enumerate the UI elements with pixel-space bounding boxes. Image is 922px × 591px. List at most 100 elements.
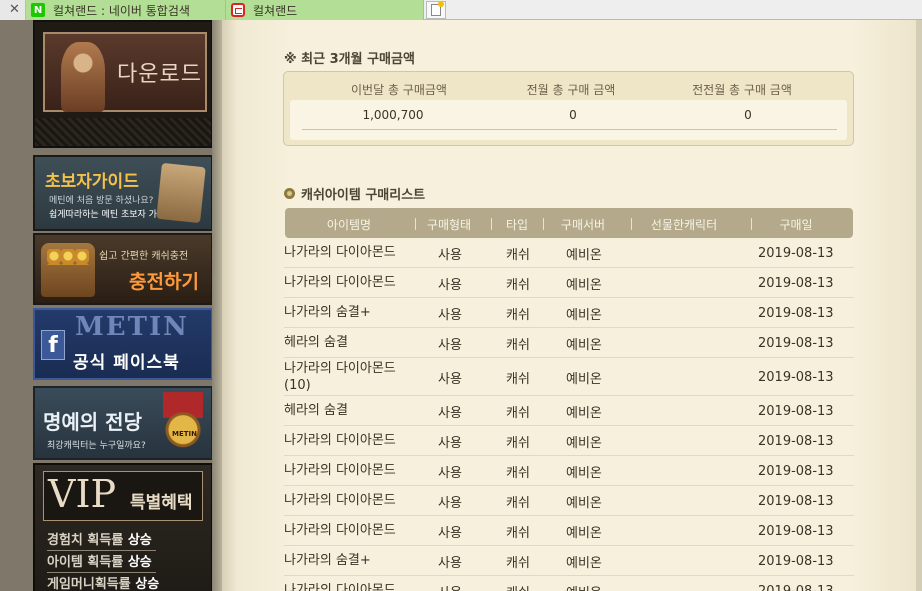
server-cell: 예비온: [566, 372, 602, 387]
item-name-cell: 나가라의 다이아몬드: [284, 463, 396, 478]
col-gift-character: 선물한캐릭터: [650, 218, 718, 232]
vip-perk: 경험치 획득률 상승: [47, 529, 156, 551]
cash-charge-banner[interactable]: 쉽고 간편한 캐쉬충전 충전하기: [33, 233, 213, 305]
vip-label: VIP: [48, 472, 117, 516]
purchase-date-cell: 2019-08-13: [758, 276, 834, 291]
type-cell: 캐쉬: [506, 278, 530, 293]
col-purchase-type: 구매형태: [426, 218, 472, 232]
purchase-type-cell: 사용: [438, 372, 462, 387]
sidebar: 다운로드 초보자가이드 메틴에 처음 방문 하셨나요? 쉽게따라하는 메틴 초보…: [0, 20, 222, 591]
summary-value-two-months-ago: 0: [744, 108, 752, 122]
scrollbar[interactable]: [916, 20, 922, 591]
vip-header: VIP 특별혜택: [43, 471, 203, 521]
server-cell: 예비온: [566, 278, 602, 293]
download-label: 다운로드: [117, 62, 202, 87]
purchase-date-cell: 2019-08-13: [758, 246, 834, 261]
purchase-type-cell: 사용: [438, 406, 462, 421]
item-name-cell: 나가라의 다이아몬드: [284, 275, 396, 290]
purchase-date-cell: 2019-08-13: [758, 370, 834, 385]
summary-divider: [302, 129, 837, 130]
table-row: 나가라의 다이아몬드 사용 캐쉬 예비온 2019-08-13: [284, 268, 854, 298]
item-name-cell: 나가라의 숨결+: [284, 553, 371, 568]
guide-subtitle-2: 쉽게따라하는 메틴 초보자 가이드: [49, 210, 174, 220]
purchase-type-cell: 사용: [438, 436, 462, 451]
column-divider: [415, 218, 416, 230]
tab-label: 컬쳐랜드 : 네이버 통합검색: [53, 3, 190, 18]
type-cell: 캐쉬: [506, 406, 530, 421]
metin-logo: METIN: [75, 312, 189, 342]
column-divider: [543, 218, 544, 230]
medal-label: METIN: [172, 430, 197, 438]
hall-subtitle: 최강캐릭터는 누구일까요?: [47, 441, 146, 451]
table-row: 나가라의 다이아몬드 (10) 사용 캐쉬 예비온 2019-08-13: [284, 358, 854, 396]
tab-naver-search[interactable]: N 컬쳐랜드 : 네이버 통합검색: [26, 0, 226, 20]
item-name-cell: 나가라의 다이아몬드: [284, 583, 396, 591]
col-item-name: 아이템명: [326, 218, 372, 232]
type-cell: 캐쉬: [506, 372, 530, 387]
table-row: 나가라의 다이아몬드 사용 캐쉬 예비온 2019-08-13: [284, 426, 854, 456]
type-cell: 캐쉬: [506, 248, 530, 263]
treasure-chest-icon: [41, 243, 95, 297]
summary-value-last-month: 0: [569, 108, 577, 122]
charge-title: 충전하기: [129, 271, 199, 293]
tab-previous[interactable]: ✕: [0, 0, 26, 20]
charge-subtitle: 쉽고 간편한 캐쉬충전: [99, 251, 189, 262]
naver-icon: N: [31, 3, 45, 17]
column-divider: [751, 218, 752, 230]
medal-icon: [163, 392, 203, 450]
type-cell: 캐쉬: [506, 526, 530, 541]
browser-tab-bar: ✕ N 컬쳐랜드 : 네이버 통합검색 컬쳐랜드: [0, 0, 922, 20]
purchase-type-cell: 사용: [438, 338, 462, 353]
table-row: 나가라의 다이아몬드 사용 캐쉬 예비온 2019-08-13: [284, 516, 854, 546]
bullet-icon: [284, 188, 295, 199]
character-illustration: [61, 42, 105, 112]
summary-header-this-month: 이번달 총 구매금액: [351, 83, 447, 97]
item-name-cell: 나가라의 다이아몬드: [284, 493, 396, 508]
scroll-map-icon: [156, 162, 206, 224]
purchase-list-header: 아이템명 구매형태 타입 구매서버 선물한캐릭터 구매일: [285, 208, 853, 238]
purchase-type-cell: 사용: [438, 278, 462, 293]
vip-benefits-banner[interactable]: VIP 특별혜택 경험치 획득률 상승 아이템 획득률 상승 게임머니획득률 상…: [33, 463, 213, 591]
purchase-type-cell: 사용: [438, 496, 462, 511]
purchase-date-cell: 2019-08-13: [758, 584, 834, 591]
col-server: 구매서버: [560, 218, 606, 232]
vip-perk: 게임머니획득률 상승: [47, 573, 159, 591]
purchase-date-cell: 2019-08-13: [758, 524, 834, 539]
tab-cultureland[interactable]: 컬쳐랜드: [226, 0, 424, 20]
table-row: 나가라의 숨결+ 사용 캐쉬 예비온 2019-08-13: [284, 298, 854, 328]
summary-header-last-month: 전월 총 구매 금액: [526, 83, 616, 97]
guide-subtitle: 메틴에 처음 방문 하셨나요?: [49, 196, 154, 206]
download-banner[interactable]: 다운로드: [33, 20, 213, 148]
new-tab-button[interactable]: [426, 1, 446, 19]
main-content: ※ 최근 3개월 구매금액 이번달 총 구매금액 전월 총 구매 금액 전전월 …: [222, 20, 922, 591]
purchase-type-cell: 사용: [438, 308, 462, 323]
server-cell: 예비온: [566, 338, 602, 353]
facebook-icon: f: [41, 330, 65, 360]
purchase-type-cell: 사용: [438, 556, 462, 571]
purchase-date-cell: 2019-08-13: [758, 404, 834, 419]
table-row: 나가라의 숨결+ 사용 캐쉬 예비온 2019-08-13: [284, 546, 854, 576]
purchase-date-cell: 2019-08-13: [758, 434, 834, 449]
beginner-guide-banner[interactable]: 초보자가이드 메틴에 처음 방문 하셨나요? 쉽게따라하는 메틴 초보자 가이드: [33, 155, 213, 231]
column-divider: [491, 218, 492, 230]
server-cell: 예비온: [566, 496, 602, 511]
close-tab-icon[interactable]: ✕: [9, 2, 20, 17]
col-purchase-date: 구매일: [779, 218, 813, 232]
type-cell: 캐쉬: [506, 556, 530, 571]
vip-special-label: 특별혜택: [130, 493, 193, 513]
purchase-list-title-text: 캐쉬아이템 구매리스트: [301, 188, 426, 203]
purchase-date-cell: 2019-08-13: [758, 336, 834, 351]
table-row: 나가라의 다이아몬드 사용 캐쉬 예비온 2019-08-13: [284, 456, 854, 486]
summary-value-this-month: 1,000,700: [362, 108, 424, 122]
type-cell: 캐쉬: [506, 496, 530, 511]
summary-header-two-months-ago: 전전월 총 구매 금액: [692, 83, 792, 97]
table-row: 나가라의 다이아몬드 사용 캐쉬 예비온 2019-08-13: [284, 238, 854, 268]
type-cell: 캐쉬: [506, 308, 530, 323]
hall-of-fame-banner[interactable]: 명예의 전당 최강캐릭터는 누구일까요? METIN: [33, 386, 213, 460]
summary-title: ※ 최근 3개월 구매금액: [284, 52, 415, 67]
download-frame: 다운로드: [43, 32, 207, 112]
purchase-summary-box: 이번달 총 구매금액 전월 총 구매 금액 전전월 총 구매 금액 1,000,…: [283, 71, 854, 146]
server-cell: 예비온: [566, 526, 602, 541]
facebook-banner[interactable]: f METIN 공식 페이스북: [33, 308, 213, 380]
col-type: 타입: [505, 218, 529, 232]
